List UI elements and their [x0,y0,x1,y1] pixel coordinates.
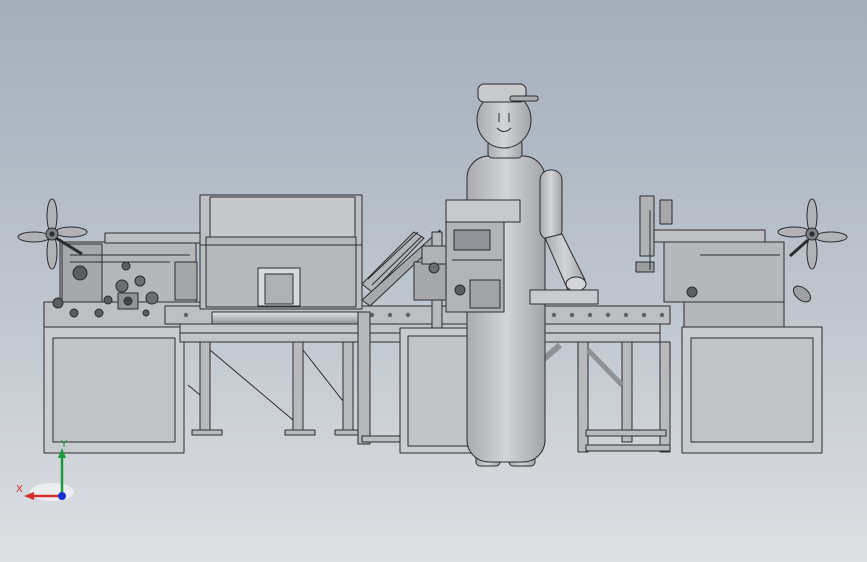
right-cabinet [681,326,823,454]
x-axis-label: X [16,484,23,495]
y-axis-label: Y [60,440,68,450]
coordinate-triad: X Y [16,440,74,501]
z-axis-dot [58,492,66,500]
assembly-model[interactable] [0,0,867,562]
sealing-hood [199,194,363,310]
triad-base [30,483,74,501]
x-axis-head [24,492,34,500]
left-cabinet [43,326,185,454]
right-unwind-reel [777,198,848,303]
cad-viewport[interactable]: X Y [0,0,867,562]
